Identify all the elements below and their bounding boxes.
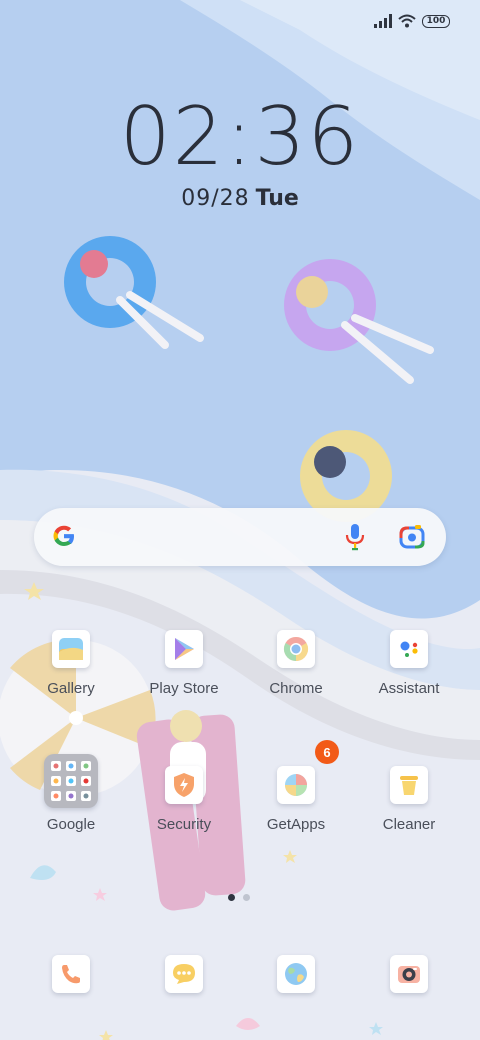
cleaner-icon — [390, 766, 428, 804]
date-widget[interactable]: 09/28 Tue — [0, 186, 480, 211]
dock-phone[interactable] — [15, 955, 127, 993]
phone-icon — [52, 955, 90, 993]
app-label: Chrome — [269, 680, 323, 697]
app-gallery[interactable]: Gallery — [15, 630, 127, 697]
app-chrome[interactable]: Chrome — [240, 630, 352, 697]
battery-icon: 100 — [422, 14, 450, 28]
google-search-bar[interactable] — [34, 508, 446, 566]
lens-camera-icon[interactable] — [398, 523, 426, 551]
google-logo-icon — [53, 525, 74, 546]
weekday-text: Tue — [255, 186, 299, 211]
signal-icon — [374, 14, 392, 28]
clock-widget[interactable]: 02:36 — [0, 92, 480, 182]
messages-icon — [165, 955, 203, 993]
wifi-icon — [398, 14, 416, 28]
dock-camera[interactable] — [353, 955, 465, 993]
dock-browser[interactable] — [240, 955, 352, 993]
page-dot[interactable] — [243, 894, 250, 901]
app-getapps[interactable]: 6 GetApps — [240, 740, 352, 833]
page-indicator[interactable] — [228, 894, 250, 901]
app-label: Play Store — [149, 680, 219, 697]
play-store-icon — [165, 630, 203, 668]
security-icon — [165, 766, 203, 804]
getapps-icon: 6 — [277, 740, 339, 804]
app-label: Assistant — [378, 680, 440, 697]
app-label: Google — [46, 816, 96, 833]
gallery-icon — [52, 630, 90, 668]
app-play-store[interactable]: Play Store — [128, 630, 240, 697]
microphone-icon[interactable] — [342, 522, 368, 552]
google-folder-icon — [44, 754, 98, 808]
app-security[interactable]: Security — [128, 766, 240, 833]
dock-messages[interactable] — [128, 955, 240, 993]
date-text: 09/28 — [181, 186, 250, 211]
clock-time: 02:36 — [119, 90, 361, 183]
browser-icon — [277, 955, 315, 993]
app-label: Gallery — [47, 680, 95, 697]
camera-icon — [390, 955, 428, 993]
app-label: Security — [156, 816, 212, 833]
chrome-icon — [277, 630, 315, 668]
app-label: GetApps — [266, 816, 326, 833]
notification-badge: 6 — [315, 740, 339, 764]
app-google-folder[interactable]: Google — [15, 754, 127, 833]
page-dot-active[interactable] — [228, 894, 235, 901]
app-label: Cleaner — [382, 816, 436, 833]
app-cleaner[interactable]: Cleaner — [353, 766, 465, 833]
assistant-icon — [390, 630, 428, 668]
status-bar: 100 — [374, 14, 450, 28]
app-assistant[interactable]: Assistant — [353, 630, 465, 697]
